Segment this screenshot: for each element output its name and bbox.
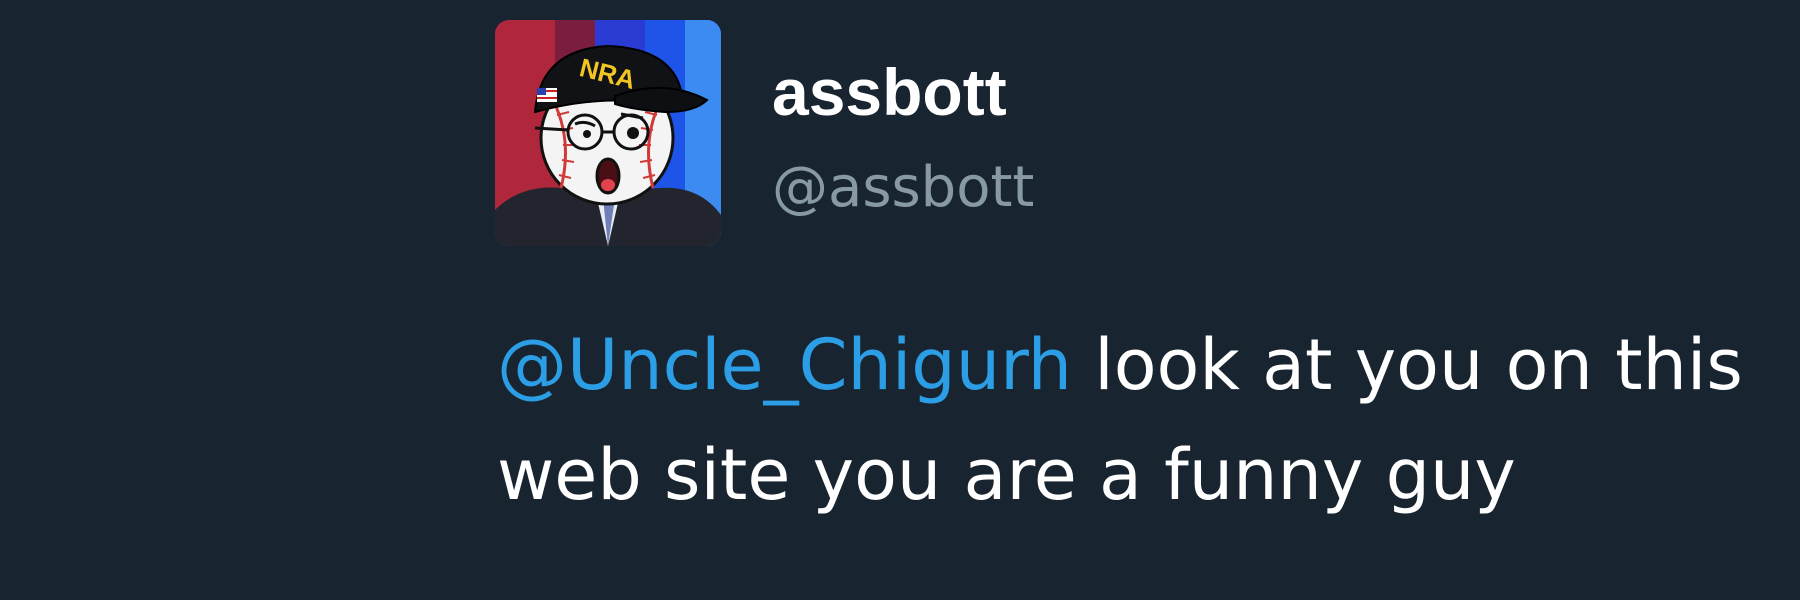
- display-name[interactable]: assbott: [772, 50, 1007, 134]
- tweet-card: NRA assbott @assbott @Uncle_Chigurh look…: [0, 0, 1800, 600]
- baseball-head-cartoon-avatar-icon: NRA: [495, 20, 721, 246]
- tweet-text-line-1: @Uncle_Chigurh look at you on this: [497, 310, 1797, 420]
- tweet-text: @Uncle_Chigurh look at you on this web s…: [497, 310, 1797, 530]
- user-handle[interactable]: @assbott: [772, 148, 1034, 228]
- tweet-text-line-2: web site you are a funny guy: [497, 434, 1516, 516]
- avatar[interactable]: NRA: [495, 20, 721, 246]
- mention-link[interactable]: @Uncle_Chigurh: [497, 324, 1072, 406]
- tweet-text-line-1-rest: look at you on this: [1072, 324, 1743, 406]
